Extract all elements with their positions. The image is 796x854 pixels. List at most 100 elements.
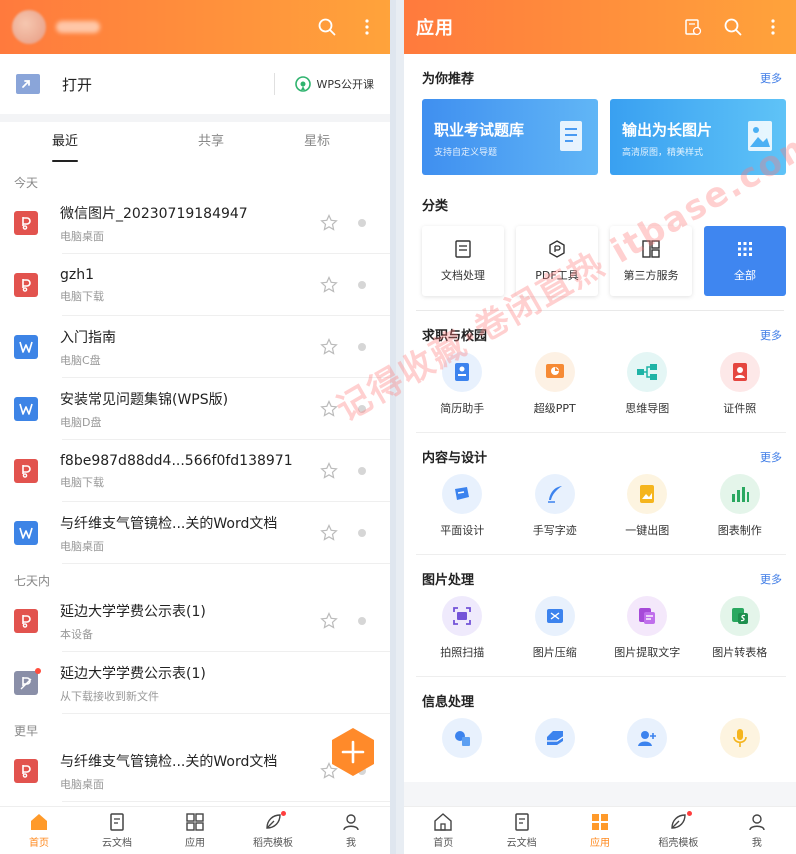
app-label: 证件照: [723, 402, 757, 415]
notify-dot: [281, 811, 286, 816]
nav-me[interactable]: 我: [312, 807, 390, 854]
more-link[interactable]: 更多: [760, 571, 782, 587]
id-photo-icon: [719, 352, 760, 392]
category-pdf-tools[interactable]: PDF工具: [516, 226, 598, 296]
nav-home[interactable]: 首页: [0, 807, 78, 854]
more-link[interactable]: 更多: [760, 327, 782, 343]
search-icon[interactable]: [316, 16, 338, 38]
word-file-icon: [14, 335, 38, 359]
more-dot-icon[interactable]: [358, 281, 366, 289]
notify-dot: [686, 811, 692, 816]
app-mind-map[interactable]: 思维导图: [601, 352, 694, 416]
nav-cloud-docs[interactable]: 云文档: [78, 807, 156, 854]
star-icon[interactable]: [320, 276, 338, 294]
app-image-ocr[interactable]: 图片提取文字: [601, 596, 694, 660]
file-row[interactable]: gzh1 电脑下载: [0, 254, 390, 316]
file-name: gzh1: [60, 266, 95, 283]
app-file-stack[interactable]: [509, 718, 602, 766]
app-chart-maker[interactable]: 图表制作: [694, 474, 787, 538]
category-label: 文档处理: [441, 269, 485, 282]
username-blurred: [56, 21, 100, 33]
file-location: 电脑下载: [60, 289, 104, 303]
app-image-compress[interactable]: 图片压缩: [509, 596, 602, 660]
home-icon: [31, 814, 47, 830]
more-link[interactable]: 更多: [760, 70, 782, 86]
more-dot-icon[interactable]: [358, 219, 366, 227]
compress-icon: [534, 596, 575, 636]
file-row[interactable]: f8be987d88dd4...566f0fd138971 电脑下载: [0, 440, 390, 502]
apps-screen: 应用 为你推荐 更多 职业考试题库 支持自定义导题 输出为长图片 高清原图，精美…: [404, 0, 796, 854]
leaf-icon: [266, 814, 281, 829]
more-dot-icon[interactable]: [358, 405, 366, 413]
app-one-click-image[interactable]: 一键出图: [601, 474, 694, 538]
nav-home[interactable]: 首页: [404, 807, 482, 854]
app-photo-scan[interactable]: 拍照扫描: [416, 596, 509, 660]
app-voice-record[interactable]: [694, 718, 787, 766]
more-vertical-icon[interactable]: [762, 16, 784, 38]
app-graphic-design[interactable]: 平面设计: [416, 474, 509, 538]
long-image-card[interactable]: 输出为长图片 高清原图，精美样式: [610, 99, 786, 175]
app-resume[interactable]: 简历助手: [416, 352, 509, 416]
file-row[interactable]: 延边大学学费公示表(1) 从下载接收到新文件: [0, 652, 390, 714]
nav-templates-label: 稻壳模板: [658, 838, 699, 849]
app-handwriting[interactable]: 手写字迹: [509, 474, 602, 538]
file-row[interactable]: 延边大学学费公示表(1) 本设备: [0, 590, 390, 652]
category-third-party[interactable]: 第三方服务: [610, 226, 692, 296]
app-label: 一键出图: [625, 524, 670, 537]
app-super-ppt[interactable]: 超级PPT: [509, 352, 602, 416]
file-row[interactable]: 入门指南 电脑C盘: [0, 316, 390, 378]
file-row[interactable]: 与纤维支气管镜检...关的Word文档 电脑桌面: [0, 502, 390, 564]
panels-icon: [642, 240, 660, 258]
star-icon[interactable]: [320, 400, 338, 418]
open-file-row[interactable]: 打开 WPS公开课: [0, 54, 390, 122]
file-location: 电脑桌面: [60, 777, 104, 791]
add-fab-button[interactable]: [330, 727, 376, 777]
nav-apps[interactable]: 应用: [561, 807, 639, 854]
app-voice-doc[interactable]: [416, 718, 509, 766]
section-title-image: 图片处理: [422, 573, 475, 588]
tab-recent[interactable]: 最近: [20, 122, 158, 166]
star-icon[interactable]: [320, 338, 338, 356]
app-id-photo[interactable]: 证件照: [694, 352, 787, 416]
more-dot-icon[interactable]: [358, 343, 366, 351]
tab-shared[interactable]: 共享: [158, 122, 264, 166]
more-dot-icon[interactable]: [358, 529, 366, 537]
file-row[interactable]: 安装常见问题集锦(WPS版) 电脑D盘: [0, 378, 390, 440]
star-icon[interactable]: [320, 612, 338, 630]
avatar[interactable]: [12, 10, 46, 44]
app-label: 图片转表格: [712, 646, 768, 659]
grid-icon: [186, 813, 204, 831]
file-row[interactable]: 微信图片_20230719184947 电脑桌面: [0, 192, 390, 254]
nav-cloud-docs[interactable]: 云文档: [482, 807, 560, 854]
more-link[interactable]: 更多: [760, 449, 782, 465]
tab-starred[interactable]: 星标: [264, 122, 370, 166]
star-icon[interactable]: [320, 214, 338, 232]
category-label: PDF工具: [535, 269, 579, 282]
file-location: 电脑D盘: [60, 415, 102, 429]
category-all[interactable]: 全部: [704, 226, 786, 296]
history-icon[interactable]: [682, 16, 704, 38]
mind-map-icon: [627, 352, 668, 392]
user-icon: [749, 814, 765, 831]
search-icon[interactable]: [722, 16, 744, 38]
word-file-icon: [14, 397, 38, 421]
nav-templates[interactable]: 稻壳模板: [234, 807, 312, 854]
pdf-file-icon: [14, 459, 38, 483]
star-icon[interactable]: [320, 462, 338, 480]
word-file-icon: [14, 521, 38, 545]
section-title-job: 求职与校园: [422, 329, 488, 344]
more-dot-icon[interactable]: [358, 467, 366, 475]
more-dot-icon[interactable]: [358, 617, 366, 625]
nav-me[interactable]: 我: [718, 807, 796, 854]
category-doc-processing[interactable]: 文档处理: [422, 226, 504, 296]
app-image-to-table[interactable]: 图片转表格: [694, 596, 787, 660]
wps-course-link[interactable]: WPS公开课: [294, 76, 374, 92]
star-icon[interactable]: [320, 524, 338, 542]
grid-icon: [592, 814, 609, 830]
exam-bank-card[interactable]: 职业考试题库 支持自定义导题: [422, 99, 598, 175]
nav-apps[interactable]: 应用: [156, 807, 234, 854]
more-vertical-icon[interactable]: [356, 16, 378, 38]
app-add-contact[interactable]: [601, 718, 694, 766]
nav-templates[interactable]: 稻壳模板: [639, 807, 717, 854]
user-icon: [343, 814, 359, 831]
